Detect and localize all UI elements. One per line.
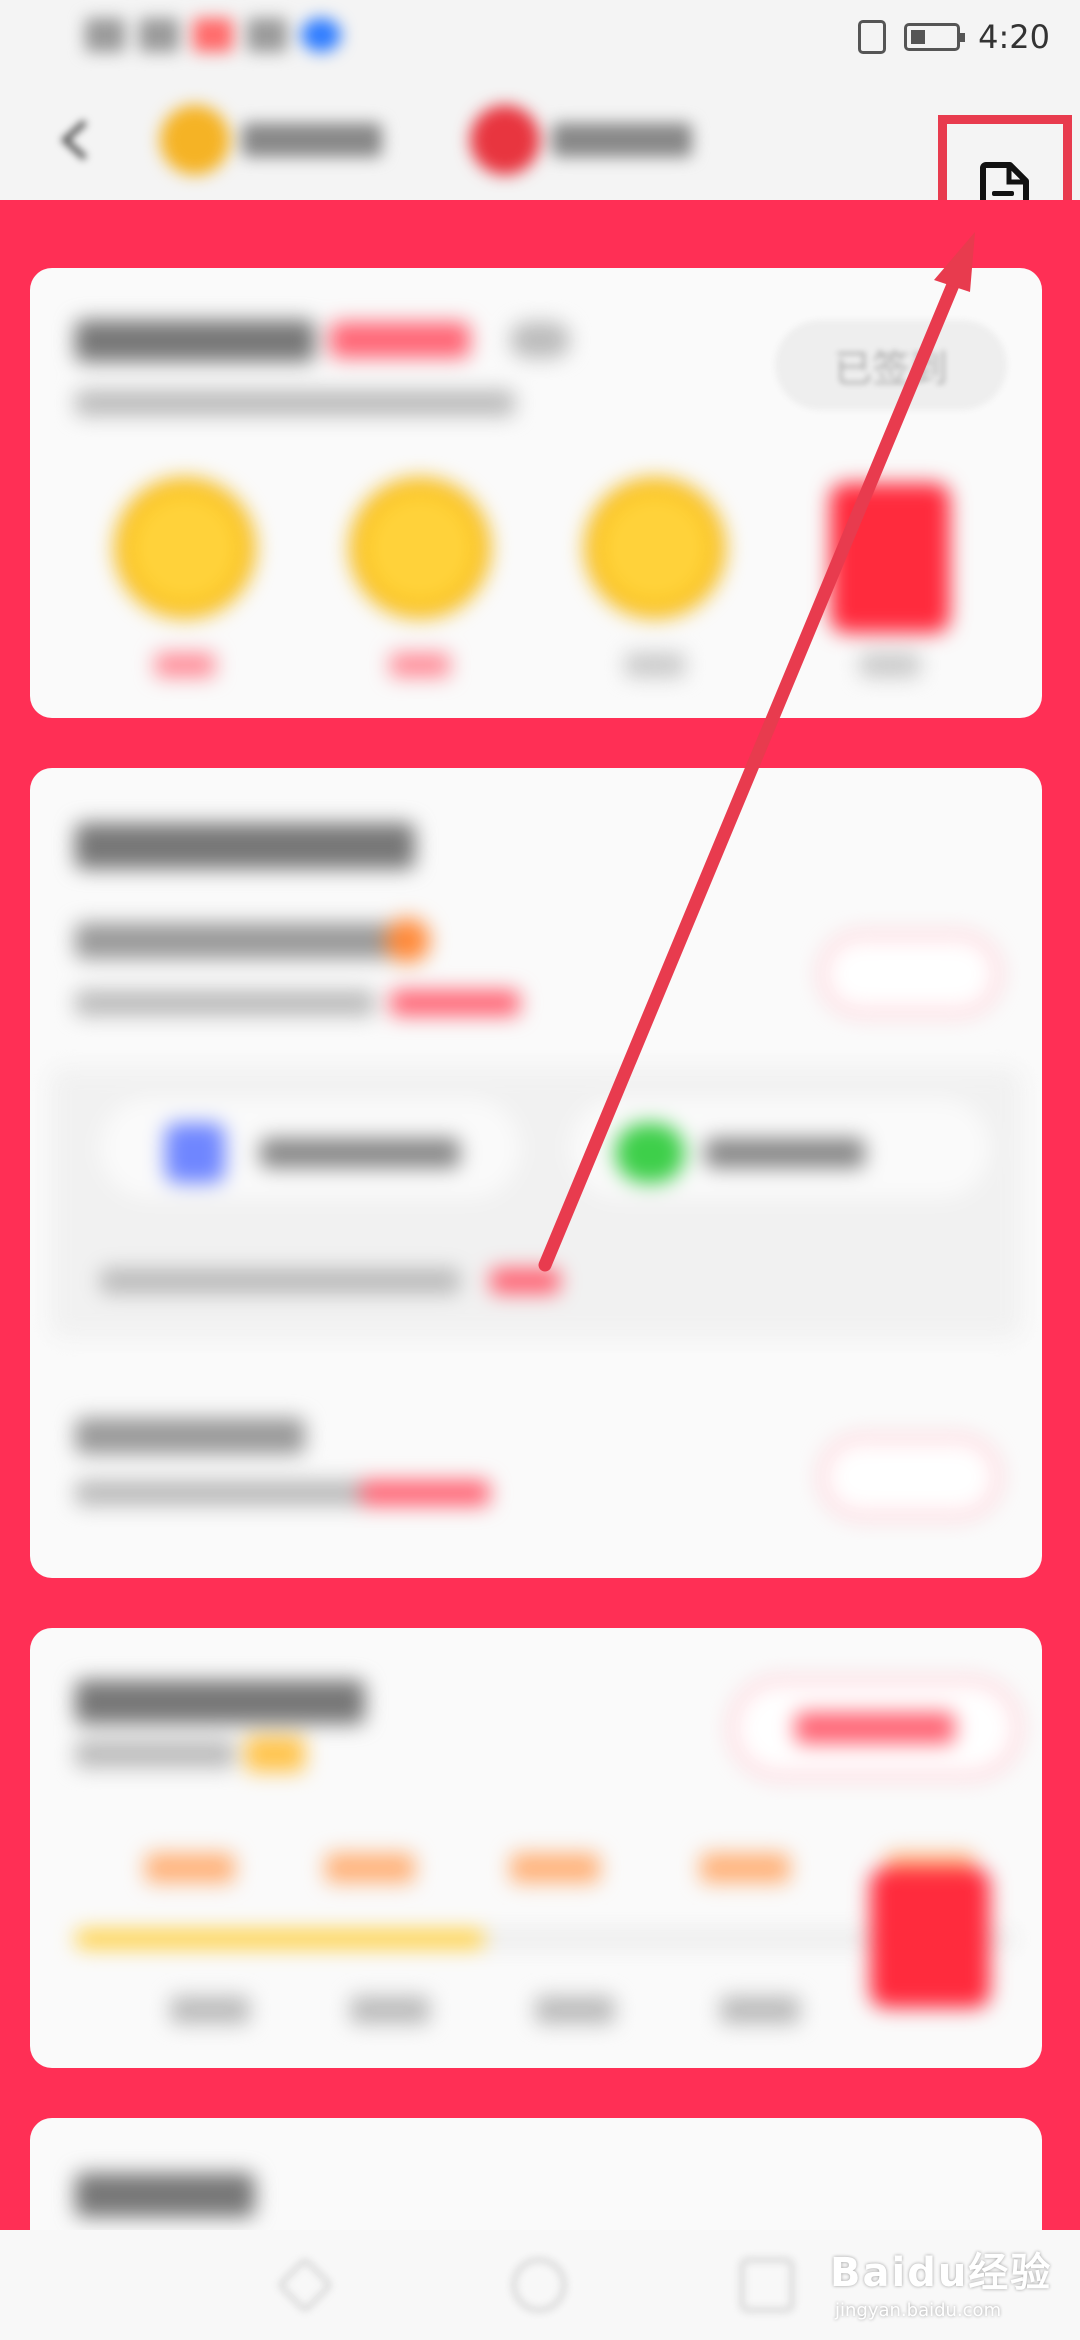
annotation-arrow xyxy=(538,232,975,1272)
